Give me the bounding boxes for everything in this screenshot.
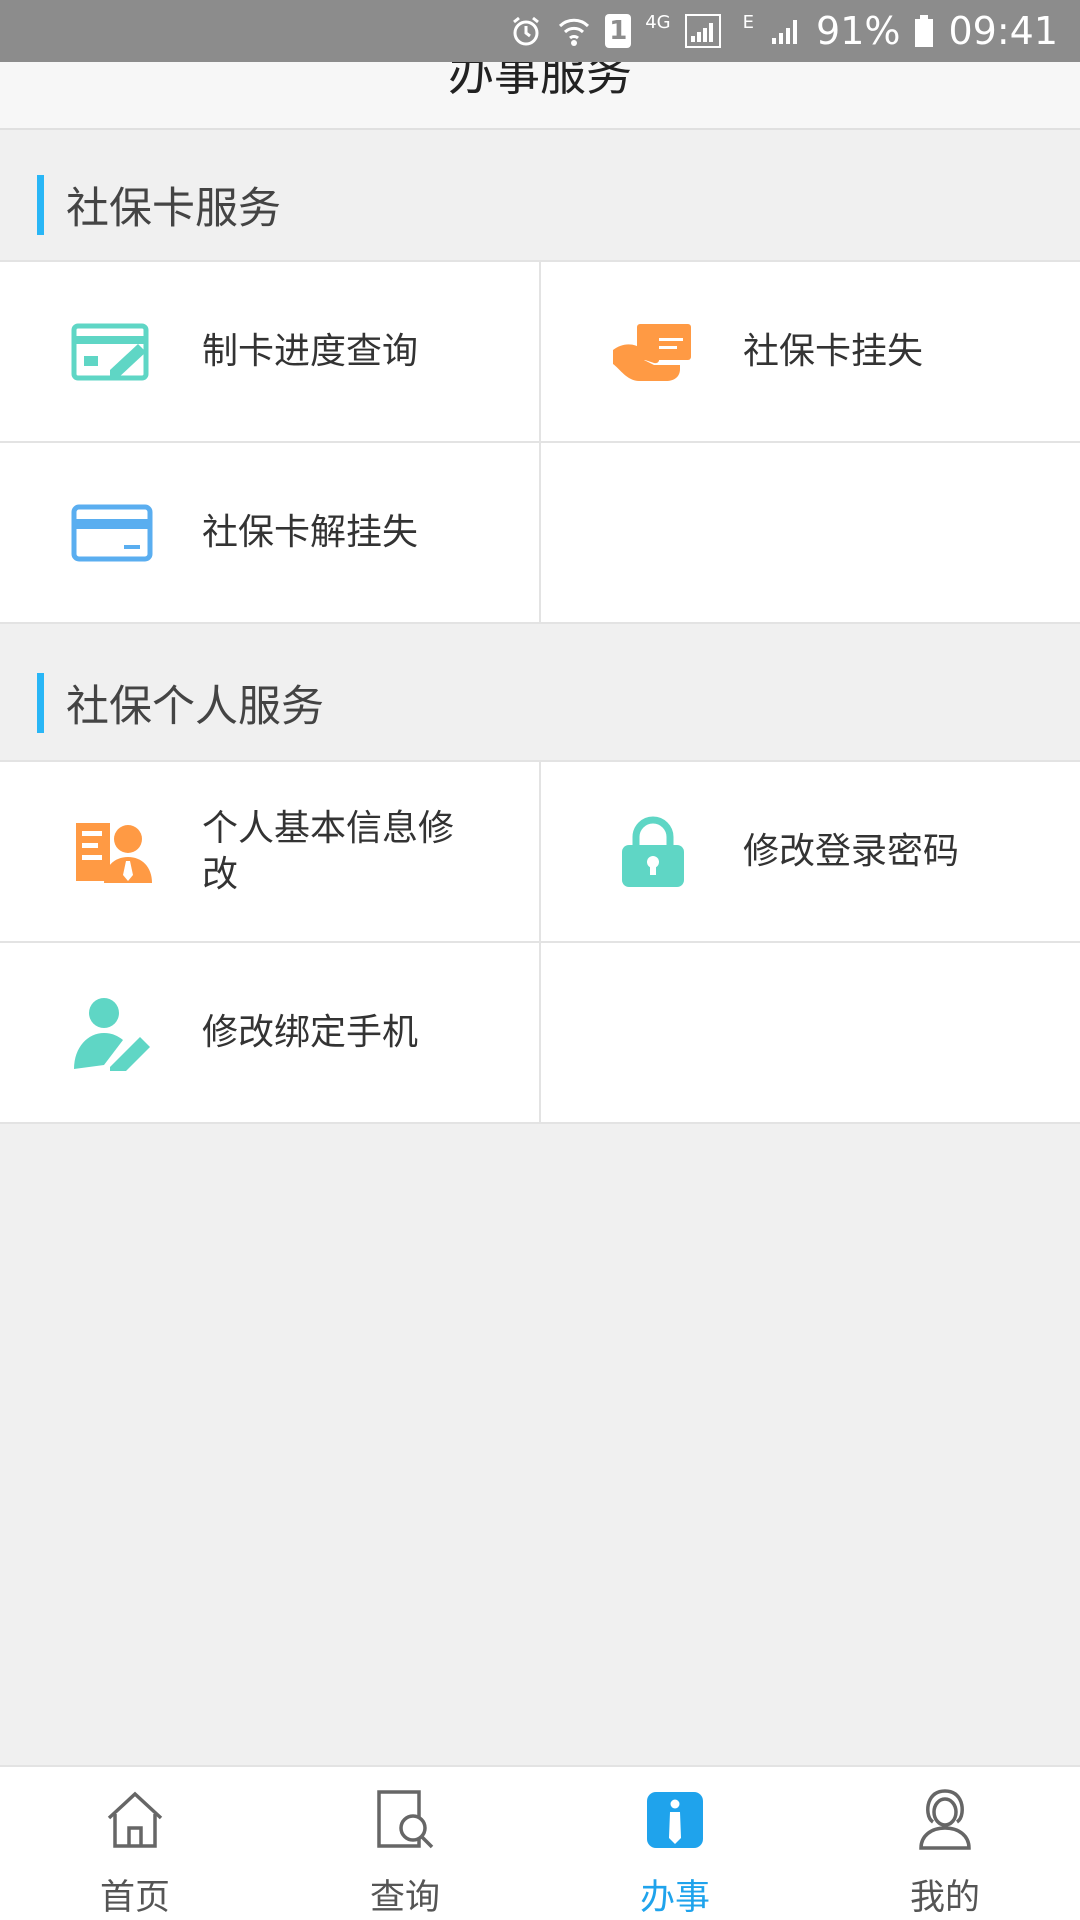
alarm-icon (509, 14, 543, 48)
signal-icon-2 (768, 14, 802, 48)
card-services-grid: 制卡进度查询 社保卡挂失 社保卡解挂失 (0, 260, 1080, 624)
card-edit-icon (70, 317, 154, 387)
grid-item-empty (541, 443, 1080, 622)
grid-divider (0, 941, 1080, 943)
grid-item-edit-profile[interactable]: 个人基本信息修改 (0, 762, 539, 941)
grid-item-label: 社保卡解挂失 (202, 511, 419, 553)
app-root: 办事服务 1 4G E 91% 09:41 社保卡服务 制卡进度查询 社保卡挂失… (0, 0, 1080, 1920)
home-icon (100, 1785, 170, 1855)
grid-item-empty (541, 943, 1080, 1122)
grid-item-label: 修改绑定手机 (202, 1011, 419, 1053)
user-edit-icon (70, 997, 154, 1071)
personal-services-grid: 个人基本信息修改 修改登录密码 修改绑定手机 (0, 760, 1080, 1124)
signal-icon (684, 14, 721, 48)
sim-slot-badge: 1 (605, 14, 632, 48)
grid-item-card-progress[interactable]: 制卡进度查询 (0, 262, 539, 441)
section-header-card-services: 社保卡服务 (0, 140, 1080, 270)
tab-label: 我的 (909, 1878, 980, 1918)
tab-services[interactable]: 办事 (540, 1767, 810, 1920)
section-header-personal-services: 社保个人服务 (0, 638, 1080, 768)
battery-icon (914, 14, 934, 48)
network-4g-label: 4G (645, 12, 671, 33)
wifi-icon (557, 14, 591, 48)
grid-item-label: 修改登录密码 (743, 830, 960, 872)
grid-item-label: 个人基本信息修改 (202, 807, 455, 895)
section-title: 社保个人服务 (66, 682, 324, 732)
credit-card-icon (70, 498, 154, 568)
profile-info-icon (70, 817, 154, 887)
grid-item-report-loss[interactable]: 社保卡挂失 (541, 262, 1080, 441)
grid-item-cancel-loss[interactable]: 社保卡解挂失 (0, 443, 539, 622)
tab-home[interactable]: 首页 (0, 1767, 270, 1920)
status-bar: 1 4G E 91% 09:41 (0, 0, 1080, 62)
tab-label: 首页 (99, 1878, 170, 1918)
user-icon (910, 1785, 980, 1855)
grid-item-change-phone[interactable]: 修改绑定手机 (0, 943, 539, 1122)
hand-card-icon (611, 317, 695, 387)
grid-divider (0, 441, 1080, 443)
tab-label: 办事 (639, 1878, 710, 1918)
clock-time: 09:41 (948, 9, 1058, 53)
tab-mine[interactable]: 我的 (810, 1767, 1080, 1920)
search-doc-icon (370, 1785, 440, 1855)
network-e-label: E (742, 12, 755, 33)
tab-query[interactable]: 查询 (270, 1767, 540, 1920)
grid-item-label: 社保卡挂失 (743, 330, 924, 372)
tab-label: 查询 (369, 1878, 440, 1918)
section-title: 社保卡服务 (66, 184, 281, 234)
bottom-tab-bar: 首页 查询 办事 我的 (0, 1765, 1080, 1920)
battery-percent: 91% (816, 9, 901, 53)
section-accent-bar (37, 175, 44, 235)
info-icon (640, 1785, 710, 1855)
lock-icon (611, 816, 695, 887)
section-accent-bar (37, 673, 44, 733)
grid-item-change-password[interactable]: 修改登录密码 (541, 762, 1080, 941)
grid-item-label: 制卡进度查询 (202, 330, 419, 372)
